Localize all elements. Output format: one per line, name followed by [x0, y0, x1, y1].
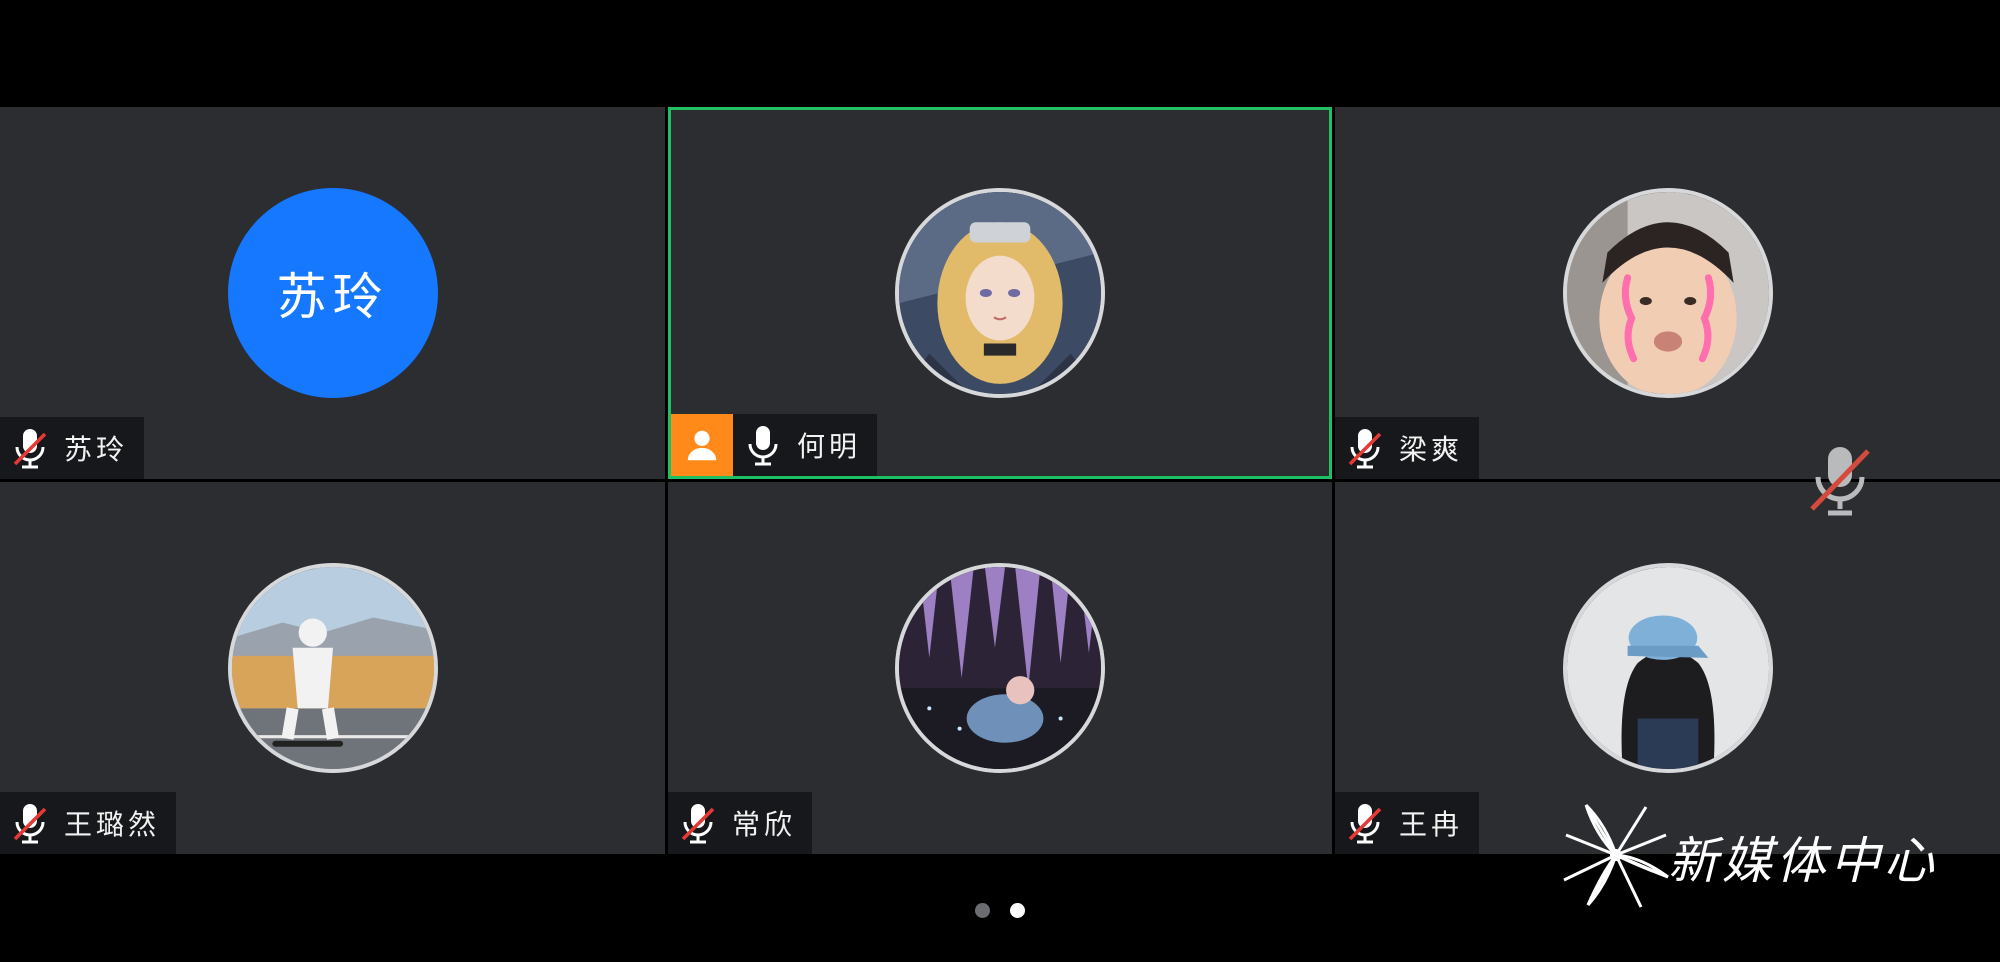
mic-muted-icon: [1345, 425, 1385, 471]
meeting-stage: 苏玲 苏玲 何明 梁爽 王璐然 常欣 王冉 新媒体中心: [0, 0, 2000, 962]
anime-girl-avatar: [895, 188, 1105, 398]
nameplate: 王璐然: [0, 792, 177, 854]
avatar-initials: 苏玲: [276, 268, 389, 326]
astronaut-photo-avatar: [227, 563, 438, 773]
participant-tile-active[interactable]: 何明: [668, 107, 1332, 479]
nameplate: 苏玲: [0, 417, 145, 479]
nameplate: 王冉: [1335, 792, 1480, 854]
mic-muted-icon: [10, 425, 50, 471]
self-mic-toggle[interactable]: [1775, 445, 1905, 521]
page-dot[interactable]: [975, 903, 990, 918]
nameplate: 梁爽: [1335, 417, 1480, 479]
flower-logo-icon: [1556, 795, 1676, 919]
mic-muted-icon: [678, 800, 718, 846]
participant-name: 王璐然: [64, 808, 161, 841]
mic-muted-icon: [1808, 443, 1872, 523]
participant-tile[interactable]: 常欣: [668, 482, 1332, 854]
wisteria-photo-avatar: [895, 563, 1105, 773]
participant-name: 常欣: [732, 808, 797, 841]
mic-muted-icon: [10, 800, 50, 846]
participant-tile[interactable]: 王璐然: [0, 482, 665, 854]
watermark: 新媒体中心: [1556, 795, 1938, 919]
host-badge-icon: [671, 414, 733, 476]
nameplate: 何明: [671, 414, 878, 476]
mic-on-icon: [743, 422, 783, 468]
participant-name: 何明: [797, 430, 862, 463]
boy-photo-avatar: [1562, 188, 1773, 398]
participant-tile[interactable]: 苏玲 苏玲: [0, 107, 665, 479]
avatar: 苏玲: [227, 188, 438, 398]
mic-muted-icon: [1345, 800, 1385, 846]
participant-name: 梁爽: [1399, 433, 1464, 466]
page-dot-current[interactable]: [1010, 903, 1025, 918]
participant-name: 苏玲: [64, 433, 129, 466]
watermark-text: 新媒体中心: [1668, 832, 1938, 890]
nameplate: 常欣: [668, 792, 813, 854]
girl-cap-photo-avatar: [1562, 563, 1773, 773]
participant-tile[interactable]: 梁爽: [1335, 107, 2000, 479]
participant-name: 王冉: [1399, 808, 1464, 841]
